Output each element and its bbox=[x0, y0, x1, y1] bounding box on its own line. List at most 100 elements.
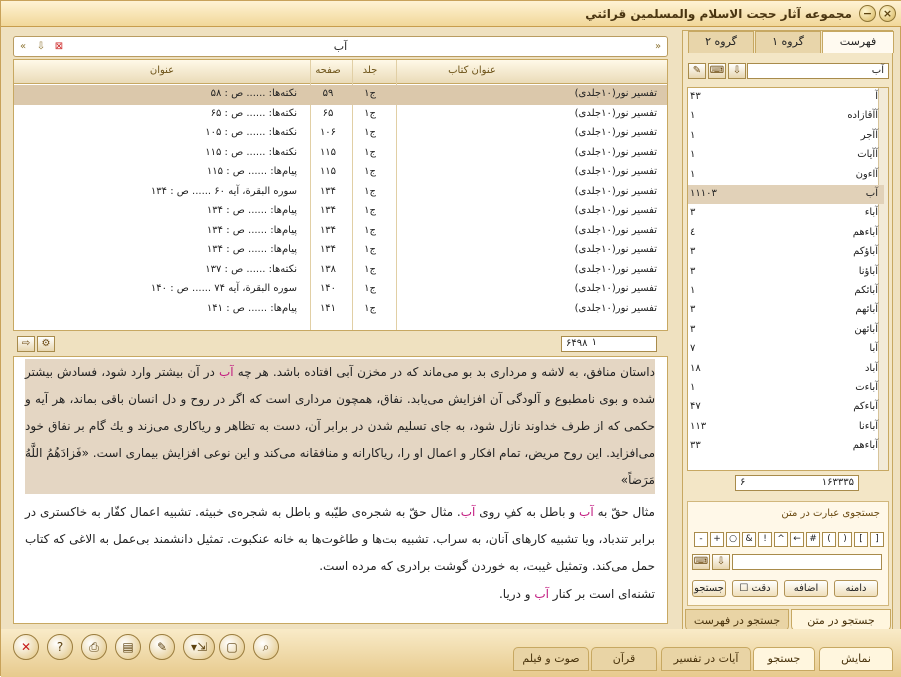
page-icon[interactable]: ▢ bbox=[219, 634, 245, 660]
list-item[interactable]: آب ١١١٠٣ bbox=[688, 185, 884, 205]
list-item[interactable]: آآيات ١ bbox=[688, 146, 884, 165]
page-current-field[interactable]: ١ bbox=[561, 336, 601, 352]
index-search-input[interactable]: آب bbox=[747, 63, 889, 79]
close-icon[interactable]: × bbox=[879, 5, 896, 22]
key-button[interactable]: ] bbox=[854, 532, 868, 547]
edit-icon[interactable]: ✎ bbox=[688, 63, 706, 79]
help-icon[interactable]: ? bbox=[47, 634, 73, 660]
tab-search[interactable]: جستجو bbox=[753, 647, 815, 671]
table-header: عنوان کتاب جلد صفحه عنوان bbox=[14, 60, 667, 84]
key-button[interactable]: & bbox=[742, 532, 756, 547]
table-row[interactable]: تفسير نور(١٠جلدى) ج١ ١٣۴ پيام‌ها: ...... ص … bbox=[14, 241, 667, 261]
close-icon[interactable]: ✕ bbox=[13, 634, 39, 660]
list-item[interactable]: آباؤنا ٣ bbox=[688, 263, 884, 282]
header-title: عنوان bbox=[149, 65, 175, 76]
table-row[interactable]: تفسير نور(١٠جلدى) ج١ ١۴٠ سوره البقرة، آيه ٧… bbox=[14, 280, 667, 300]
tab-group-2[interactable]: گروه ٢ bbox=[688, 31, 754, 53]
magnify-icon[interactable]: ⌕ bbox=[253, 634, 279, 660]
table-row[interactable]: تفسير نور(١٠جلدى) ج١ ١٣۴ پيام‌ها: ...... ص … bbox=[14, 202, 667, 222]
minimize-icon[interactable]: − bbox=[859, 5, 876, 22]
group-title: جستجوى عبارت در متن bbox=[781, 508, 880, 519]
table-rows: تفسير نور(١٠جلدى) ج١ ۵٩ نکته‌ها: ...... ص :… bbox=[14, 85, 667, 330]
arrow-right-icon[interactable]: ⇨ bbox=[17, 336, 35, 352]
pager: ⇨ ⚙ ۶۴٩٨ ١ bbox=[13, 334, 668, 354]
key-button[interactable]: ! bbox=[758, 532, 772, 547]
key-button[interactable]: ( bbox=[838, 532, 852, 547]
exact-checkbox[interactable]: دقت ☐ bbox=[732, 580, 778, 597]
table-row[interactable]: تفسير نور(١٠جلدى) ج١ ١٣۴ پيام‌ها: ...... ص … bbox=[14, 222, 667, 242]
tab-quran[interactable]: قرآن bbox=[591, 647, 657, 671]
search-query: آب bbox=[333, 40, 348, 53]
tab-search-index[interactable]: جستجو در فهرست bbox=[685, 609, 789, 631]
word-list: آ ۴٣ آآقازاده ١ آآجر ١ آآيات ١ آاءون ١ آب ١١١٠… bbox=[687, 87, 889, 471]
sidebar-tabs: فهرست گروه ١ گروه ٢ bbox=[683, 31, 894, 53]
list-item[interactable]: آاءون ١ bbox=[688, 166, 884, 185]
keyboard-icon[interactable]: ⌨ bbox=[708, 63, 726, 79]
results-table: عنوان کتاب جلد صفحه عنوان تفسير نور(١٠جل… bbox=[13, 59, 668, 331]
list-item[interactable]: آباؤكم ٣ bbox=[688, 243, 884, 262]
tool-icon[interactable]: ⚙ bbox=[37, 336, 55, 352]
table-row[interactable]: تفسير نور(١٠جلدى) ج١ ١٣۴ سوره البقرة، آيه ۶… bbox=[14, 183, 667, 203]
symbol-keys: [ ] ( ) # ← ^ ! & ○ + - bbox=[692, 532, 884, 548]
sidebar: فهرست گروه ١ گروه ٢ ✎ ⌨ ⇩ آب آ ۴٣ آآقازاد… bbox=[682, 30, 894, 631]
table-row[interactable]: تفسير نور(١٠جلدى) ج١ ١۴١ پيام‌ها: ...... ص … bbox=[14, 300, 667, 320]
list-item[interactable]: آبائهم ٣ bbox=[688, 301, 884, 320]
table-row[interactable]: تفسير نور(١٠جلدى) ج١ ١٠۶ نکته‌ها: ...... ص … bbox=[14, 124, 667, 144]
double-right-icon[interactable]: » bbox=[651, 39, 665, 54]
list-item[interactable]: آبائهن ٣ bbox=[688, 321, 884, 340]
list-item[interactable]: آباءت ١ bbox=[688, 379, 884, 398]
list-item[interactable]: آبائكم ١ bbox=[688, 282, 884, 301]
paragraph-1: داستان منافق، به لاشه و مردارى بد بو مى‌… bbox=[25, 359, 655, 494]
table-row[interactable]: تفسير نور(١٠جلدى) ج١ ۶۵ نکته‌ها: ...... ص :… bbox=[14, 105, 667, 125]
list-item[interactable]: آباءنا ١١٣ bbox=[688, 418, 884, 437]
list-item[interactable]: آ ۴٣ bbox=[688, 88, 884, 107]
text-search-input[interactable] bbox=[732, 554, 882, 570]
list-item[interactable]: آباءكم ۴٧ bbox=[688, 398, 884, 417]
list-count-field[interactable]: ١۶٣٣٣۵ ۶ bbox=[735, 475, 859, 491]
key-button[interactable]: ) bbox=[822, 532, 836, 547]
table-row[interactable]: تفسير نور(١٠جلدى) ج١ ١١۵ نکته‌ها: ...... ص … bbox=[14, 144, 667, 164]
title-bar: × − مجموعه آثار حجت الاسلام والمسلمين قر… bbox=[1, 1, 901, 27]
table-row[interactable]: تفسير نور(١٠جلدى) ج١ ١١۵ پيام‌ها: ...... ص … bbox=[14, 163, 667, 183]
add-button[interactable]: اضافه bbox=[784, 580, 828, 597]
download-icon[interactable]: ⇩ bbox=[728, 63, 746, 79]
search-bar[interactable]: « ⇩ ⊠ آب » bbox=[13, 36, 668, 57]
text-viewer[interactable]: داستان منافق، به لاشه و مردارى بد بو مى‌… bbox=[13, 356, 668, 624]
print-icon[interactable]: ⎙ bbox=[81, 634, 107, 660]
range-button[interactable]: دامنه bbox=[834, 580, 878, 597]
list-item[interactable]: آآقازاده ١ bbox=[688, 107, 884, 126]
key-button[interactable]: [ bbox=[870, 532, 884, 547]
search-button[interactable]: جستجو bbox=[692, 580, 726, 597]
bottom-toolbar: ✕ ? ⎙ ▤ ✎ ▾⇲ ▢ ⌕ نمايش جستجو آيات در تفس… bbox=[1, 629, 901, 677]
tab-display[interactable]: نمايش bbox=[819, 647, 893, 671]
table-row[interactable]: تفسير نور(١٠جلدى) ج١ ۵٩ نکته‌ها: ...... ص :… bbox=[14, 85, 667, 105]
key-button[interactable]: ○ bbox=[726, 532, 740, 547]
table-row[interactable]: تفسير نور(١٠جلدى) ج١ ١٣٨ نکته‌ها: ...... ص … bbox=[14, 261, 667, 281]
download-icon[interactable]: ⇩ bbox=[712, 554, 730, 570]
keyboard-icon[interactable]: ⌨ bbox=[692, 554, 710, 570]
header-page: صفحه bbox=[315, 65, 341, 76]
app-window: × − مجموعه آثار حجت الاسلام والمسلمين قر… bbox=[0, 0, 901, 677]
tab-search-text[interactable]: جستجو در متن bbox=[791, 609, 891, 631]
tab-verses[interactable]: آيات در تفسير bbox=[661, 647, 751, 671]
tab-group-1[interactable]: گروه ١ bbox=[755, 31, 821, 53]
list-item[interactable]: آباءهم ٤ bbox=[688, 224, 884, 243]
key-button[interactable]: ← bbox=[790, 532, 804, 547]
list-item[interactable]: آبا ٧ bbox=[688, 340, 884, 359]
list-item[interactable]: آباء ٣ bbox=[688, 204, 884, 223]
paragraph-2: مثال حقّ به آب و باطل به كفِ روى آب. مثا… bbox=[25, 505, 655, 573]
edit-icon[interactable]: ✎ bbox=[149, 634, 175, 660]
key-button[interactable]: # bbox=[806, 532, 820, 547]
list-item[interactable]: آباد ١٨ bbox=[688, 360, 884, 379]
key-button[interactable]: + bbox=[710, 532, 724, 547]
list-item[interactable]: آآجر ١ bbox=[688, 127, 884, 146]
key-button[interactable]: ^ bbox=[774, 532, 788, 547]
export-icon[interactable]: ▾⇲ bbox=[183, 634, 215, 660]
book-icon[interactable]: ▤ bbox=[115, 634, 141, 660]
text-search-group: جستجوى عبارت در متن [ ] ( ) # ← ^ ! & ○ … bbox=[687, 501, 889, 606]
paragraph-3: تشنه‌اى است بر كنار آب و دريا. bbox=[498, 587, 655, 601]
tab-index[interactable]: فهرست bbox=[822, 31, 894, 53]
tab-media[interactable]: صوت و فيلم bbox=[513, 647, 589, 671]
key-button[interactable]: - bbox=[694, 532, 708, 547]
list-item[interactable]: آباءهم ٣٣ bbox=[688, 437, 884, 456]
